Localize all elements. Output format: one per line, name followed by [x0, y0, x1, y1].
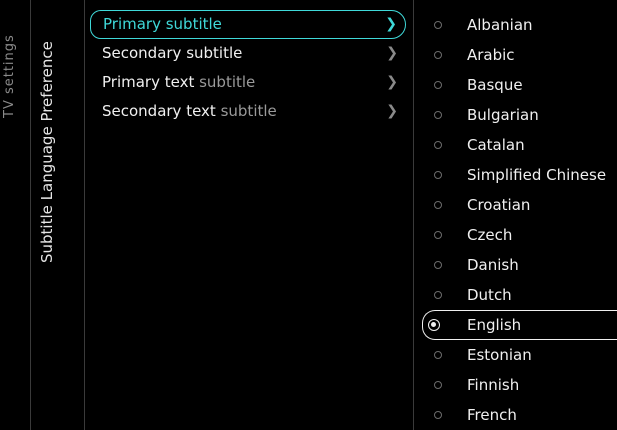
breadcrumb-subtitle-language-preference[interactable]: Subtitle Language Preference — [38, 8, 56, 263]
radio-unchecked-icon — [434, 381, 442, 389]
divider-languages — [413, 0, 414, 430]
menu-item-label: Primary text — [102, 73, 200, 91]
radio-unchecked-icon — [434, 111, 442, 119]
language-label: English — [467, 316, 522, 334]
language-option[interactable]: Danish — [422, 250, 617, 280]
language-label: Basque — [467, 76, 523, 94]
menu-item-secondary-subtitle[interactable]: Secondary subtitle ❯ — [90, 39, 406, 68]
radio-unchecked-icon — [434, 201, 442, 209]
language-label: Danish — [467, 256, 519, 274]
menu-item-label: Primary subtitle — [103, 15, 222, 33]
language-label: Estonian — [467, 346, 532, 364]
language-label: Catalan — [467, 136, 525, 154]
language-option[interactable]: Arabic — [422, 40, 617, 70]
menu-item-primary-subtitle[interactable]: Primary subtitle ❯ — [90, 10, 406, 39]
radio-unchecked-icon — [434, 231, 442, 239]
menu-item-label: Secondary subtitle — [102, 44, 243, 62]
language-option[interactable]: Catalan — [422, 130, 617, 160]
language-option[interactable]: Albanian — [422, 10, 617, 40]
radio-unchecked-icon — [434, 411, 442, 419]
language-option[interactable]: French — [422, 400, 617, 430]
language-label: Bulgarian — [467, 106, 539, 124]
language-label: Finnish — [467, 376, 520, 394]
language-label: Simplified Chinese — [467, 166, 607, 184]
radio-unchecked-icon — [434, 351, 442, 359]
language-option[interactable]: Basque — [422, 70, 617, 100]
language-label: Albanian — [467, 16, 533, 34]
language-label: Arabic — [467, 46, 515, 64]
breadcrumb-tv-settings[interactable]: TV settings — [2, 8, 17, 118]
chevron-right-icon: ❯ — [386, 45, 398, 61]
divider-menu — [84, 0, 85, 430]
language-label: French — [467, 406, 517, 424]
radio-unchecked-icon — [434, 141, 442, 149]
subtitle-options-menu: Primary subtitle ❯ Secondary subtitle ❯ … — [90, 10, 406, 126]
language-option[interactable]: Czech — [422, 220, 617, 250]
radio-unchecked-icon — [434, 261, 442, 269]
radio-unchecked-icon — [434, 291, 442, 299]
radio-checked-icon — [428, 319, 440, 331]
language-label: Croatian — [467, 196, 531, 214]
divider-left — [30, 0, 31, 430]
language-option-selected[interactable]: English — [422, 310, 617, 340]
language-option[interactable]: Estonian — [422, 340, 617, 370]
language-label: Czech — [467, 226, 513, 244]
chevron-right-icon: ❯ — [386, 74, 398, 90]
language-list: Albanian Arabic Basque Bulgarian Catalan… — [422, 10, 617, 430]
chevron-right-icon: ❯ — [386, 103, 398, 119]
language-option[interactable]: Bulgarian — [422, 100, 617, 130]
menu-item-primary-text-subtitle[interactable]: Primary text subtitle ❯ — [90, 68, 406, 97]
menu-item-secondary-text-subtitle[interactable]: Secondary text subtitle ❯ — [90, 97, 406, 126]
language-option[interactable]: Finnish — [422, 370, 617, 400]
menu-item-label: Secondary text — [102, 102, 221, 120]
language-option[interactable]: Simplified Chinese — [422, 160, 617, 190]
language-option[interactable]: Croatian — [422, 190, 617, 220]
language-label: Dutch — [467, 286, 512, 304]
chevron-right-icon: ❯ — [385, 16, 397, 32]
language-option[interactable]: Dutch — [422, 280, 617, 310]
radio-unchecked-icon — [434, 81, 442, 89]
menu-item-label-suffix: subtitle — [199, 73, 256, 91]
radio-unchecked-icon — [434, 171, 442, 179]
radio-unchecked-icon — [434, 51, 442, 59]
radio-unchecked-icon — [434, 21, 442, 29]
menu-item-label-suffix: subtitle — [220, 102, 277, 120]
